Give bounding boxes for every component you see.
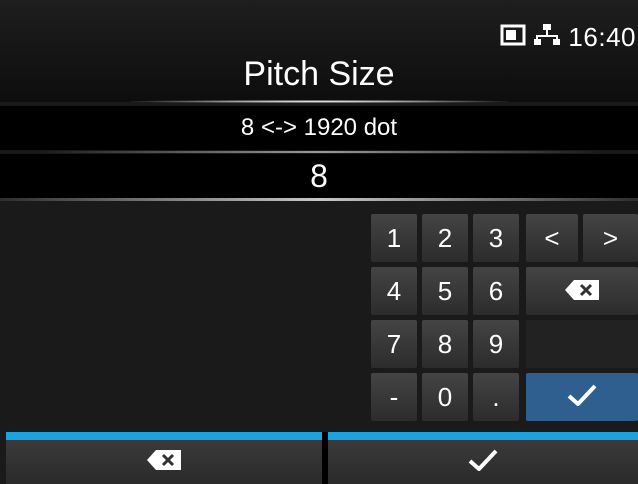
clock: 16:40: [568, 22, 636, 52]
cursor-right-key[interactable]: >: [583, 214, 638, 262]
status-bar: 16:40: [500, 22, 636, 53]
key-6[interactable]: 6: [473, 267, 519, 315]
key-9[interactable]: 9: [473, 320, 519, 368]
memory-card-icon: [500, 24, 526, 51]
title-glow-divider: [130, 100, 508, 103]
key-4[interactable]: 4: [371, 267, 417, 315]
dot-key[interactable]: .: [473, 373, 519, 421]
right-highlight-bar: [328, 432, 638, 440]
cancel-button[interactable]: [6, 440, 322, 484]
key-3[interactable]: 3: [473, 214, 519, 262]
key-1[interactable]: 1: [371, 214, 417, 262]
pitch-size-screen: 16:40 Pitch Size 8 <-> 1920 dot 8 1 2 3 …: [0, 0, 638, 484]
value-input[interactable]: 8: [0, 154, 638, 198]
backspace-icon: [147, 449, 181, 475]
key-2[interactable]: 2: [422, 214, 468, 262]
enter-key[interactable]: [526, 373, 638, 421]
value-underline: [0, 198, 638, 201]
cursor-left-key[interactable]: <: [526, 214, 578, 262]
empty-key-slot: [526, 320, 638, 368]
backspace-key[interactable]: [526, 267, 638, 315]
check-icon: [468, 449, 498, 476]
confirm-button[interactable]: [328, 440, 638, 484]
minus-key[interactable]: -: [371, 373, 417, 421]
key-5[interactable]: 5: [422, 267, 468, 315]
header: 16:40 Pitch Size: [0, 0, 638, 103]
range-label: 8 <-> 1920 dot: [0, 106, 638, 150]
key-8[interactable]: 8: [422, 320, 468, 368]
key-0[interactable]: 0: [422, 373, 468, 421]
check-icon: [567, 382, 597, 413]
backspace-icon: [565, 276, 599, 307]
left-highlight-bar: [6, 432, 322, 440]
divider: [40, 151, 598, 153]
network-icon: [534, 23, 561, 52]
page-title: Pitch Size: [243, 55, 395, 93]
key-7[interactable]: 7: [371, 320, 417, 368]
